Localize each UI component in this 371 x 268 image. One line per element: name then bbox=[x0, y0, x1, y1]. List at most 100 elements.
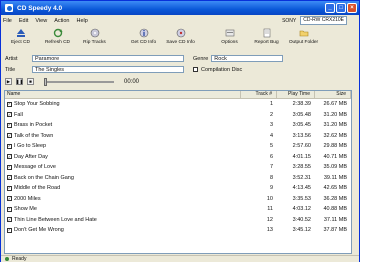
table-row[interactable]: ✓ Thin Line Between Love and Hate 12 3:40.5… bbox=[5, 215, 351, 226]
report-bug-button[interactable]: Report Bug bbox=[249, 26, 284, 50]
track-name: I Go to Sleep bbox=[14, 143, 47, 150]
track-checkbox[interactable]: ✓ bbox=[7, 143, 12, 149]
table-row[interactable]: ✓ Show Me 11 4:03.12 40.88 MB bbox=[5, 204, 351, 215]
track-list: Name Track # Play Time Size ✓ Stop Your S… bbox=[4, 90, 352, 254]
toolbar-separator bbox=[114, 26, 124, 50]
status-bar: Ready bbox=[1, 255, 359, 262]
track-checkbox[interactable]: ✓ bbox=[7, 112, 12, 118]
track-name: Brass in Pocket bbox=[14, 122, 53, 129]
track-checkbox[interactable]: ✓ bbox=[7, 196, 12, 202]
track-play-time: 3:52.31 bbox=[292, 174, 311, 181]
rip-tracks-icon bbox=[90, 28, 100, 38]
genre-field[interactable]: Rock bbox=[211, 55, 284, 62]
track-checkbox[interactable]: ✓ bbox=[7, 154, 12, 160]
toolbar-separator bbox=[200, 26, 210, 50]
options-button[interactable]: Options bbox=[212, 26, 247, 50]
eject-cd-button[interactable]: Eject CD bbox=[3, 26, 38, 50]
title-bar[interactable]: CD Speedy 4.0 _ □ × bbox=[1, 1, 359, 15]
track-checkbox[interactable]: ✓ bbox=[7, 164, 12, 170]
menu-file[interactable]: File bbox=[3, 18, 12, 24]
player-controls: ▶ ❚❚ ■ 00:00 bbox=[5, 76, 355, 87]
status-icon bbox=[5, 257, 9, 261]
app-window: CD Speedy 4.0 _ □ × File Edit View Actio… bbox=[0, 0, 360, 262]
table-row[interactable]: ✓ Fall 2 3:05.48 31.20 MB bbox=[5, 110, 351, 121]
col-play-time[interactable]: Play Time bbox=[277, 91, 315, 98]
track-number: 1 bbox=[269, 101, 273, 108]
track-list-header: Name Track # Play Time Size bbox=[5, 91, 351, 99]
table-row[interactable]: ✓ Stop Your Sobbing 1 2:38.39 26.67 MB bbox=[5, 99, 351, 110]
menu-help[interactable]: Help bbox=[76, 18, 87, 24]
menu-bar: File Edit View Action Help bbox=[3, 16, 88, 25]
track-number: 12 bbox=[266, 216, 273, 223]
track-name-cell: ✓ I Go to Sleep bbox=[5, 141, 241, 151]
refresh-icon bbox=[53, 28, 63, 38]
refresh-cd-button[interactable]: Refresh CD bbox=[40, 26, 75, 50]
track-checkbox[interactable]: ✓ bbox=[7, 175, 12, 181]
menu-view[interactable]: View bbox=[35, 18, 47, 24]
table-row[interactable]: ✓ Talk of the Town 4 3:13.56 32.62 MB bbox=[5, 131, 351, 142]
table-row[interactable]: ✓ Don't Get Me Wrong 13 3:45.12 37.87 MB bbox=[5, 225, 351, 236]
seek-slider[interactable] bbox=[44, 77, 114, 86]
track-checkbox[interactable]: ✓ bbox=[7, 122, 12, 128]
track-play-time: 4:01.15 bbox=[292, 153, 311, 160]
track-name: Middle of the Road bbox=[14, 185, 61, 192]
track-size: 35.09 MB bbox=[323, 164, 347, 171]
table-row[interactable]: ✓ Message of Love 7 3:28.55 35.09 MB bbox=[5, 162, 351, 173]
track-name: Thin Line Between Love and Hate bbox=[14, 216, 97, 223]
drive-select[interactable]: CD-RW CRX210E bbox=[300, 16, 347, 25]
stop-button[interactable]: ■ bbox=[27, 78, 34, 85]
pause-button[interactable]: ❚❚ bbox=[16, 78, 23, 85]
track-number: 7 bbox=[269, 164, 273, 171]
output-folder-button[interactable]: Output Folder bbox=[286, 26, 321, 50]
track-checkbox[interactable]: ✓ bbox=[7, 101, 12, 107]
play-button[interactable]: ▶ bbox=[5, 78, 12, 85]
track-number: 8 bbox=[269, 174, 273, 181]
compilation-checkbox[interactable] bbox=[193, 67, 198, 72]
get-cd-info-button[interactable]: Get CD Info bbox=[126, 26, 161, 50]
col-track[interactable]: Track # bbox=[241, 91, 277, 98]
track-size: 31.20 MB bbox=[323, 122, 347, 129]
track-checkbox[interactable]: ✓ bbox=[7, 227, 12, 233]
track-name-cell: ✓ Don't Get Me Wrong bbox=[5, 225, 241, 235]
minimize-button[interactable]: _ bbox=[325, 3, 335, 13]
table-row[interactable]: ✓ I Go to Sleep 5 2:57.60 29.88 MB bbox=[5, 141, 351, 152]
track-name: Message of Love bbox=[14, 164, 56, 171]
track-play-time: 3:05.48 bbox=[292, 111, 311, 118]
track-size: 29.88 MB bbox=[323, 143, 347, 150]
track-name-cell: ✓ 2000 Miles bbox=[5, 194, 241, 204]
save-cd-info-button[interactable]: Save CD Info bbox=[163, 26, 198, 50]
track-checkbox[interactable]: ✓ bbox=[7, 133, 12, 139]
track-checkbox[interactable]: ✓ bbox=[7, 206, 12, 212]
page: CD Speedy 4.0 _ □ × File Edit View Actio… bbox=[0, 0, 371, 268]
col-size[interactable]: Size bbox=[315, 91, 351, 98]
close-button[interactable]: × bbox=[347, 3, 357, 13]
table-row[interactable]: ✓ Brass in Pocket 3 3:05.45 31.20 MB bbox=[5, 120, 351, 131]
status-text: Ready bbox=[12, 255, 27, 262]
track-play-time: 3:28.55 bbox=[292, 164, 311, 171]
track-number: 11 bbox=[267, 206, 273, 213]
table-row[interactable]: ✓ Middle of the Road 9 4:13.45 42.65 MB bbox=[5, 183, 351, 194]
track-name: Stop Your Sobbing bbox=[14, 101, 60, 108]
artist-label: Artist bbox=[5, 55, 18, 62]
seek-knob[interactable] bbox=[44, 77, 47, 86]
table-row[interactable]: ✓ Day After Day 6 4:01.15 40.71 MB bbox=[5, 152, 351, 163]
maximize-button[interactable]: □ bbox=[336, 3, 346, 13]
track-name: Fall bbox=[14, 111, 23, 118]
rip-tracks-button[interactable]: Rip Tracks bbox=[77, 26, 112, 50]
track-play-time: 4:03.12 bbox=[292, 206, 311, 213]
report-bug-icon bbox=[262, 28, 272, 38]
track-number: 9 bbox=[269, 185, 273, 192]
menu-action[interactable]: Action bbox=[54, 18, 69, 24]
table-row[interactable]: ✓ Back on the Chain Gang 8 3:52.31 39.11 MB bbox=[5, 173, 351, 184]
save-info-icon bbox=[176, 28, 186, 38]
track-checkbox[interactable]: ✓ bbox=[7, 185, 12, 191]
track-checkbox[interactable]: ✓ bbox=[7, 217, 12, 223]
table-row[interactable]: ✓ 2000 Miles 10 3:35.53 36.28 MB bbox=[5, 194, 351, 205]
compilation-label: Compilation Disc bbox=[201, 66, 243, 73]
menu-edit[interactable]: Edit bbox=[19, 18, 28, 24]
col-name[interactable]: Name bbox=[5, 91, 241, 98]
track-name-cell: ✓ Fall bbox=[5, 110, 241, 120]
track-play-time: 3:45.12 bbox=[292, 227, 311, 234]
artist-field[interactable]: Paramore bbox=[32, 55, 184, 62]
title-field[interactable]: The Singles bbox=[32, 66, 184, 73]
